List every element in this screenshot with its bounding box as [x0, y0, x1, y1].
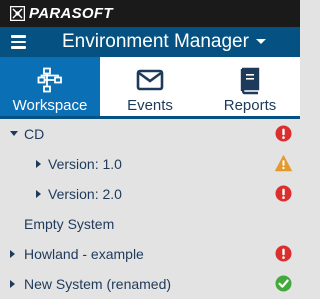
tab-reports[interactable]: Reports [200, 57, 300, 116]
chevron-right-icon[interactable] [36, 160, 41, 168]
workspace-icon [37, 67, 62, 93]
app-header: Environment Manager [0, 27, 300, 57]
tab-events-label: Events [127, 97, 173, 114]
tree-item-cd[interactable]: CD [0, 119, 300, 149]
brand-bar: PARASOFT [0, 0, 300, 27]
parasoft-logo-icon [10, 6, 25, 21]
tree-item-empty-system[interactable]: Empty System [0, 209, 300, 239]
tree-item-label: Howland - example [24, 246, 144, 262]
chevron-right-icon[interactable] [36, 190, 41, 198]
brand-name: PARASOFT [29, 5, 113, 22]
envelope-icon [136, 69, 164, 91]
error-icon [275, 125, 292, 142]
tree-item-version-2[interactable]: Version: 2.0 [0, 179, 300, 209]
system-tree: CD Version: 1.0 Version: 2.0 Empty Syste… [0, 119, 300, 299]
tree-item-version-1[interactable]: Version: 1.0 [0, 149, 300, 179]
tab-events[interactable]: Events [100, 57, 200, 116]
tree-item-label: Version: 1.0 [48, 156, 122, 172]
tree-item-label: Empty System [24, 216, 115, 232]
chevron-right-icon[interactable] [10, 280, 15, 288]
tree-item-howland[interactable]: Howland - example [0, 239, 300, 269]
check-icon [275, 275, 292, 292]
chevron-right-icon[interactable] [10, 250, 15, 258]
tab-workspace[interactable]: Workspace [0, 57, 100, 116]
tab-workspace-label: Workspace [12, 97, 88, 114]
environment-selector[interactable]: Environment Manager [62, 31, 266, 53]
header-title: Environment Manager [62, 31, 249, 52]
error-icon [275, 245, 292, 262]
tree-item-label: CD [24, 126, 45, 142]
tab-reports-label: Reports [223, 97, 277, 114]
tab-bar: Workspace Events Reports [0, 57, 300, 116]
error-icon [275, 185, 292, 202]
tree-item-label: Version: 2.0 [48, 186, 122, 202]
hamburger-icon[interactable] [11, 35, 26, 49]
caret-down-icon [255, 39, 266, 45]
book-icon [240, 67, 260, 95]
chevron-down-icon[interactable] [10, 131, 18, 136]
warning-icon [275, 155, 292, 172]
